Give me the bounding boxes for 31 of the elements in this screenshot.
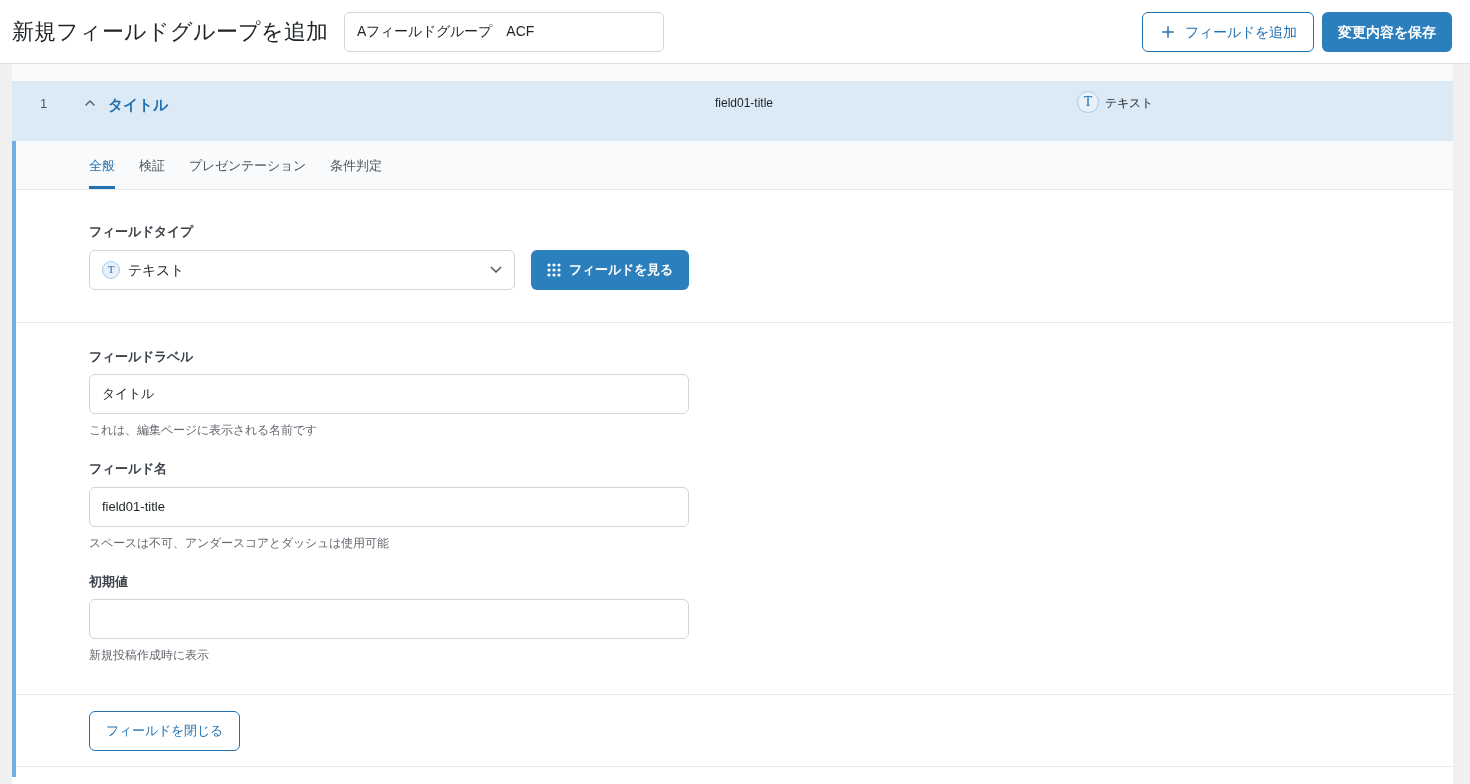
field-label-link[interactable]: タイトル xyxy=(108,94,715,116)
help-text: これは、編集ページに表示される名前です xyxy=(89,422,318,439)
grid-dots-icon xyxy=(547,262,561,277)
settings-tab[interactable]: 検証 xyxy=(139,155,165,189)
text-type-icon: T xyxy=(1077,91,1099,113)
select-value: テキスト xyxy=(128,260,184,280)
save-button[interactable]: 変更内容を保存 xyxy=(1322,11,1452,52)
settings-tab[interactable]: プレゼンテーション xyxy=(189,155,306,189)
chevron-down-icon xyxy=(490,266,502,273)
help-text: スペースは不可、アンダースコアとダッシュは使用可能 xyxy=(89,534,390,552)
field-type-select[interactable]: T テキスト xyxy=(89,249,515,290)
group-title-input[interactable]: Aフィールドグループ ACF xyxy=(344,11,664,52)
add-field-button[interactable]: フィールドを追加 xyxy=(1142,11,1314,52)
settings-tab[interactable]: 条件判定 xyxy=(330,155,382,189)
close-field-button[interactable]: フィールドを閉じる xyxy=(89,711,240,751)
help-text: 新規投稿作成時に表示 xyxy=(89,647,210,664)
setting-input[interactable] xyxy=(89,599,689,639)
setting-label: フィールドラベル xyxy=(89,347,194,366)
field-type-label: フィールドタイプ xyxy=(89,223,195,241)
field-name: field01-title xyxy=(715,95,775,112)
field-type: テキスト xyxy=(1105,95,1153,112)
settings-tab[interactable]: 全般 xyxy=(89,155,115,189)
text-type-icon: T xyxy=(102,260,120,279)
setting-label: フィールド名 xyxy=(89,460,168,478)
field-order: 1 xyxy=(40,95,49,113)
browse-fields-button[interactable]: フィールドを見る xyxy=(531,249,689,290)
page-title: 新規フィールドグループを追加 xyxy=(12,18,328,46)
field-row[interactable]: 1 タイトル field01-title T テキスト xyxy=(12,81,1453,141)
setting-input[interactable]: タイトル xyxy=(89,374,689,414)
setting-input[interactable]: field01-title xyxy=(89,486,689,527)
setting-label: 初期値 xyxy=(89,572,129,591)
